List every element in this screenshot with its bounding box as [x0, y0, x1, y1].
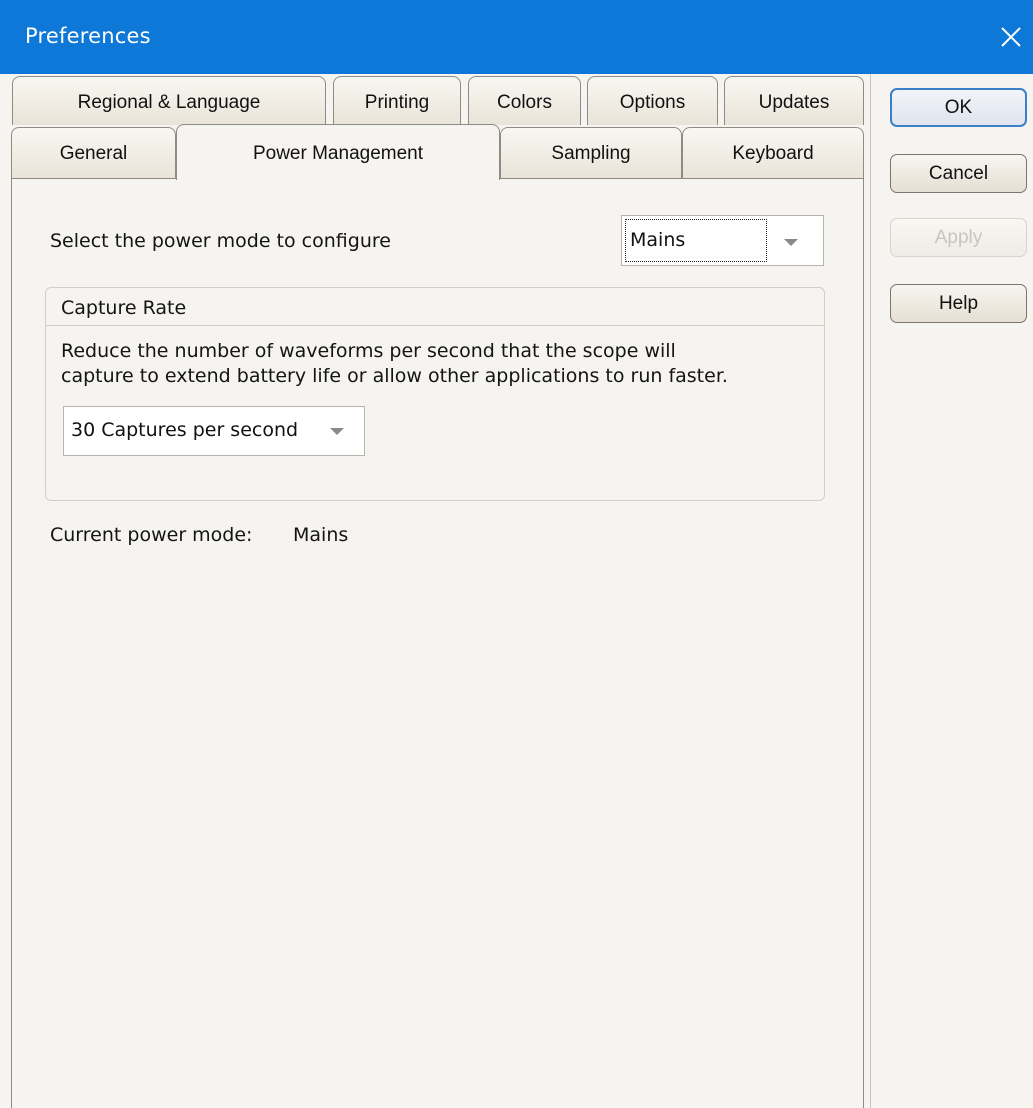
tab-sampling[interactable]: Sampling: [500, 127, 682, 178]
capture-rate-value: 30 Captures per second: [71, 419, 299, 441]
power-mode-value: Mains: [630, 229, 686, 251]
window-title: Preferences: [25, 24, 151, 48]
tab-keyboard[interactable]: Keyboard: [682, 127, 864, 178]
current-power-mode-label: Current power mode:: [50, 524, 253, 546]
capture-rate-select[interactable]: 30 Captures per second: [63, 406, 365, 456]
close-icon[interactable]: [993, 19, 1029, 55]
tab-label: Updates: [758, 92, 830, 113]
chevron-down-icon[interactable]: [330, 428, 344, 435]
help-button[interactable]: Help: [890, 284, 1027, 323]
tab-label: Sampling: [551, 143, 631, 164]
current-power-mode-value: Mains: [293, 524, 349, 546]
power-mode-select[interactable]: Mains: [621, 215, 824, 266]
chevron-down-icon[interactable]: [784, 239, 798, 246]
tab-power-management[interactable]: Power Management: [176, 124, 500, 180]
tab-updates[interactable]: Updates: [724, 76, 864, 125]
apply-button[interactable]: Apply: [890, 218, 1027, 257]
tab-colors[interactable]: Colors: [468, 76, 581, 125]
tab-printing[interactable]: Printing: [333, 76, 461, 125]
tab-label: Power Management: [252, 143, 424, 164]
tab-label: Printing: [364, 92, 430, 113]
tab-label: Regional & Language: [77, 92, 261, 113]
capture-rate-group: Capture Rate Reduce the number of wavefo…: [45, 287, 825, 501]
tab-regional-language[interactable]: Regional & Language: [12, 76, 326, 125]
group-header: Capture Rate: [46, 288, 824, 326]
tab-label: General: [59, 143, 128, 164]
tab-label: Keyboard: [732, 143, 814, 164]
vertical-separator: [870, 74, 871, 1108]
power-mode-label: Select the power mode to configure: [50, 230, 391, 252]
group-title: Capture Rate: [61, 297, 187, 319]
power-management-panel: Select the power mode to configure Mains…: [11, 178, 864, 1108]
dialog-body: Regional & Language Printing Colors Opti…: [0, 74, 1033, 1108]
capture-rate-description-line2: capture to extend battery life or allow …: [61, 365, 728, 387]
tab-general[interactable]: General: [11, 127, 176, 178]
capture-rate-description-line1: Reduce the number of waveforms per secon…: [61, 340, 676, 362]
ok-button[interactable]: OK: [890, 88, 1027, 127]
cancel-button[interactable]: Cancel: [890, 154, 1027, 193]
title-bar: Preferences: [0, 0, 1033, 74]
tab-label: Options: [619, 92, 686, 113]
tab-label: Colors: [497, 92, 552, 113]
tab-options[interactable]: Options: [587, 76, 718, 125]
